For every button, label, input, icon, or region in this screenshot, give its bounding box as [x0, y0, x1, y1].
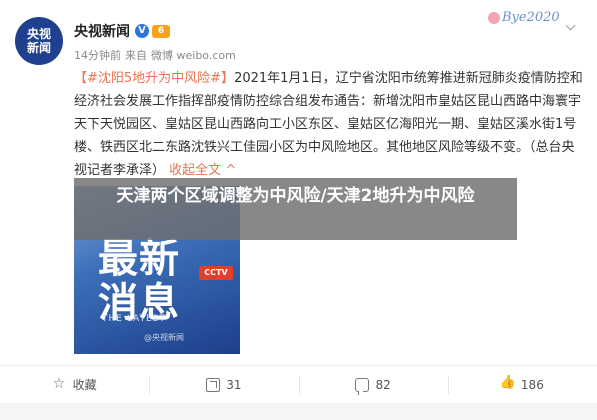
favorite-label: 收藏 [72, 378, 97, 392]
star-icon [53, 376, 67, 392]
comment-button[interactable]: 82 [298, 366, 448, 403]
watermark-logo-icon [488, 11, 500, 24]
post-hashtag[interactable]: 【#沈阳5地升为中风险#】 [74, 71, 234, 86]
collapse-arrow-icon[interactable]: ^ [225, 163, 236, 178]
repost-count: 31 [226, 377, 242, 392]
post-meta: 14分钟前 来自 微博 weibo.com [74, 47, 236, 63]
image-text-latest-en: THE LATEST [102, 314, 166, 324]
bottom-divider [0, 403, 597, 420]
action-bar: 收藏 31 82 186 [0, 365, 597, 403]
watermark-text: Bye2020 [502, 10, 560, 25]
repost-button[interactable]: 31 [149, 366, 298, 403]
avatar-text-line1: 央视 [26, 27, 51, 41]
post-time[interactable]: 14分钟前 [74, 47, 121, 63]
thumbs-up-icon [500, 375, 516, 392]
comment-icon [355, 377, 370, 395]
account-name-row: 央视新闻 V 6 [74, 21, 170, 41]
like-count: 186 [520, 377, 544, 392]
favorite-button[interactable]: 收藏 [0, 366, 149, 403]
comment-count: 82 [375, 377, 391, 392]
weibo-post-card: 央视 新闻 央视新闻 V 6 14分钟前 来自 微博 weibo.com Bye… [0, 0, 597, 420]
level-badge: 6 [152, 24, 170, 38]
avatar-text-line2: 新闻 [26, 41, 51, 55]
post-text: 【#沈阳5地升为中风险#】2021年1月1日，辽宁省沈阳市统筹推进新冠肺炎疫情防… [74, 67, 584, 182]
verified-icon: V [135, 24, 149, 38]
image-watermark: @央视新闻 [144, 333, 184, 342]
post-via: 来自 [125, 49, 147, 62]
share-icon [206, 377, 221, 392]
account-name[interactable]: 央视新闻 [74, 21, 130, 41]
cctv-logo: CCTV [199, 266, 233, 280]
avatar[interactable]: 央视 新闻 [15, 17, 63, 65]
post-body: 2021年1月1日，辽宁省沈阳市统筹推进新冠肺炎疫情防控和经济社会发展工作指挥部… [74, 71, 583, 178]
collapse-text-link[interactable]: 收起全文 [169, 163, 221, 178]
chevron-down-icon[interactable] [563, 18, 579, 34]
title-banner: 天津两个区域调整为中风险/天津2地升为中风险 [74, 178, 517, 240]
post-source: 微博 weibo.com [151, 49, 236, 62]
like-button[interactable]: 186 [447, 366, 597, 403]
